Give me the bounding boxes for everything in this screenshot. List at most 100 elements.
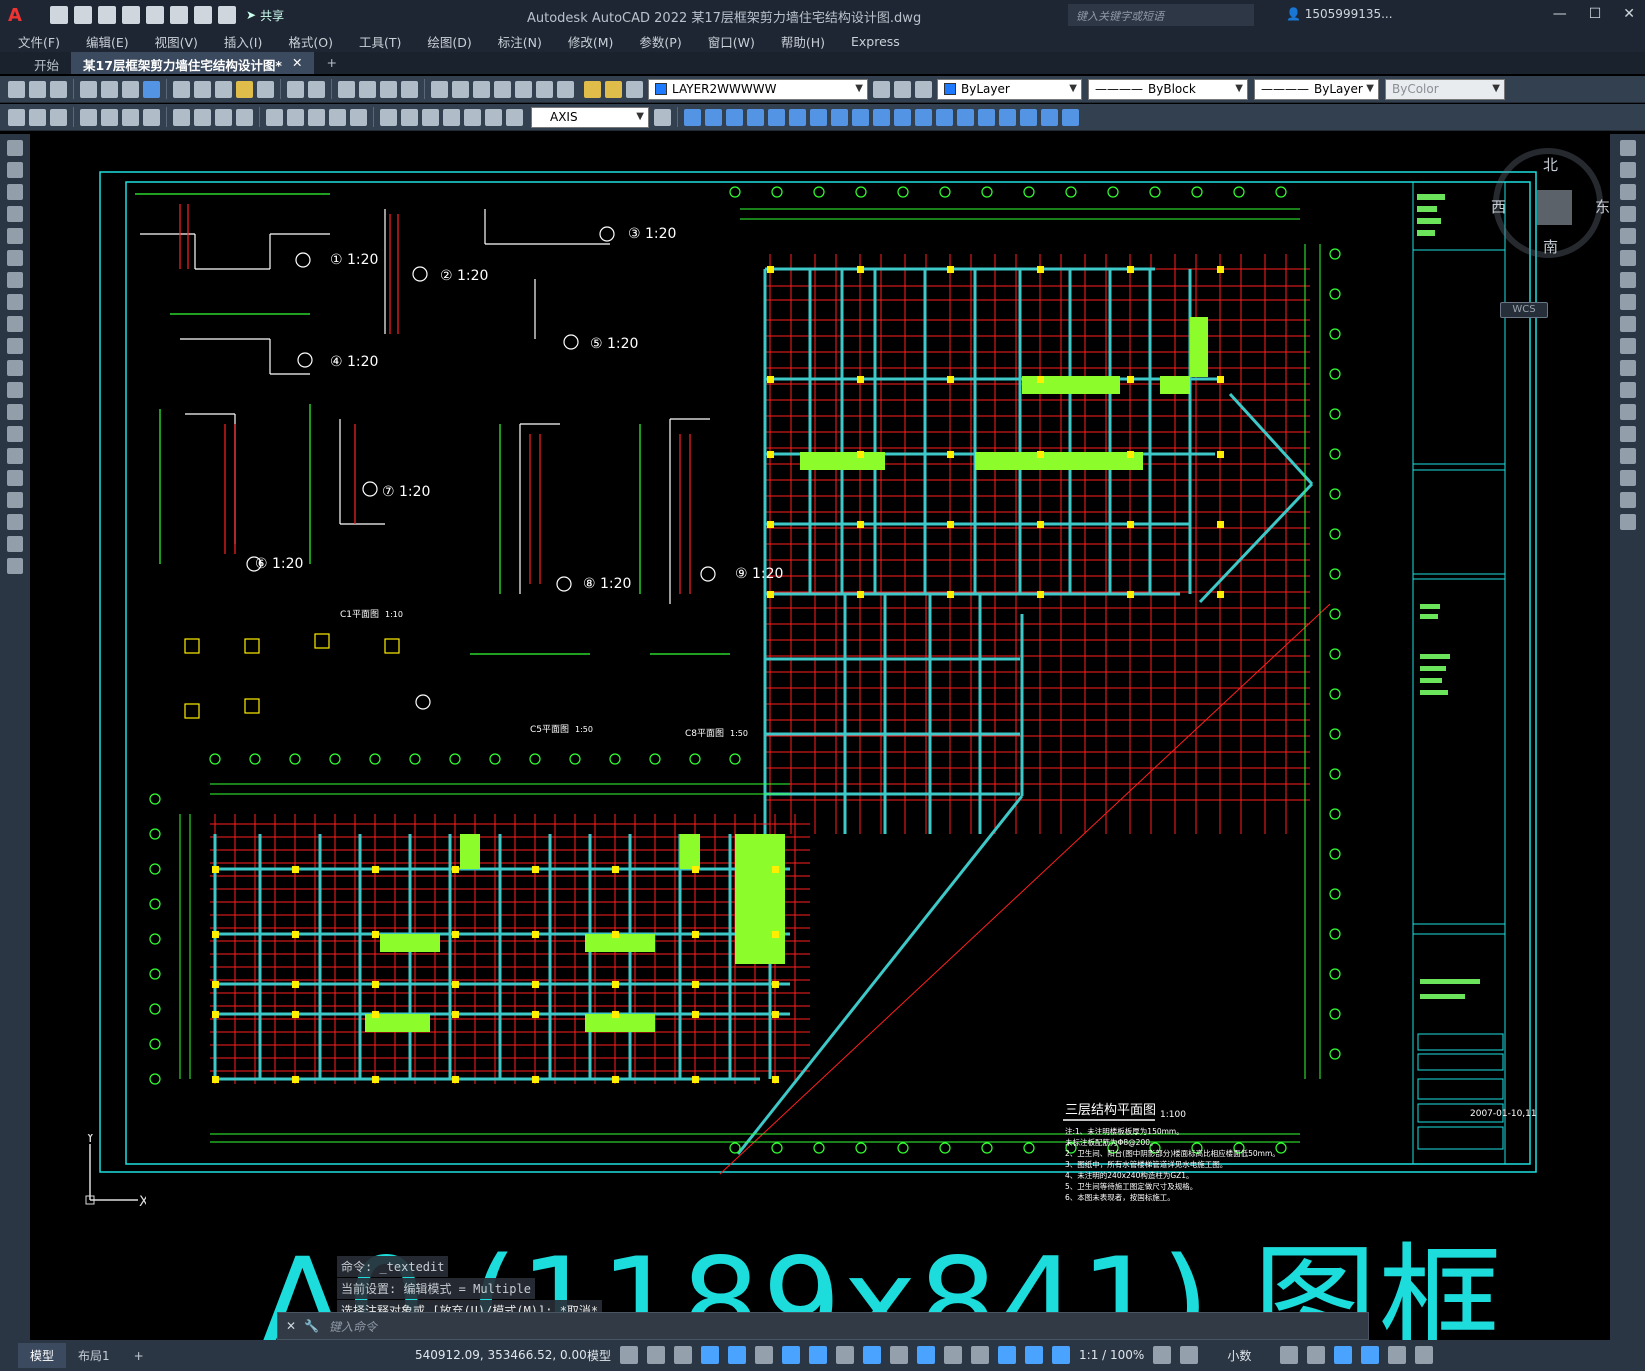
graphics-performance-icon[interactable] <box>1361 1346 1380 1364</box>
customization-icon[interactable] <box>1415 1346 1434 1364</box>
auto-scale-icon[interactable] <box>1052 1346 1071 1364</box>
scale-icon[interactable] <box>789 108 806 126</box>
preview-icon[interactable] <box>101 80 118 98</box>
help-icon[interactable] <box>557 80 574 98</box>
rectangle-icon[interactable] <box>7 228 23 244</box>
arc-icon[interactable] <box>7 250 23 266</box>
command-line[interactable]: ✕ 🔧 键入命令 <box>277 1312 1369 1340</box>
dimstyle-dropdown[interactable]: AXIS ▼ <box>531 106 649 128</box>
spline-icon[interactable] <box>7 316 23 332</box>
blend-curves-icon[interactable] <box>1619 492 1636 508</box>
lock-ui-icon[interactable] <box>1307 1346 1326 1364</box>
tolerance-icon[interactable] <box>380 108 397 126</box>
construction-line-icon[interactable] <box>7 162 23 178</box>
redo-icon[interactable] <box>308 80 325 98</box>
pedit-icon[interactable] <box>1062 108 1079 126</box>
quick-dim-icon[interactable] <box>266 108 283 126</box>
lineweight-icon[interactable] <box>836 1346 855 1364</box>
layer-states-icon[interactable] <box>915 80 932 98</box>
layer-on-icon[interactable] <box>584 80 601 98</box>
viewcube-east[interactable]: 东 <box>1595 196 1610 217</box>
zoom-realtime-icon[interactable] <box>359 80 376 98</box>
annotation-monitor-icon[interactable] <box>1180 1346 1199 1364</box>
sheet-set-icon[interactable] <box>494 80 511 98</box>
chamfer-icon[interactable] <box>1619 448 1636 464</box>
snap-icon[interactable] <box>647 1346 666 1364</box>
dim-edit-icon[interactable] <box>464 108 481 126</box>
menu-insert[interactable]: 插入(I) <box>224 32 262 51</box>
ordinate-dim-icon[interactable] <box>143 108 160 126</box>
plotstyle-dropdown[interactable]: ByColor ▼ <box>1385 78 1505 100</box>
copy-icon[interactable] <box>194 80 211 98</box>
tool-palettes-icon[interactable] <box>473 80 490 98</box>
aligned-dim-icon[interactable] <box>101 108 118 126</box>
open-file-icon[interactable] <box>74 6 92 24</box>
object-snap-icon[interactable] <box>809 1346 828 1364</box>
layer-freeze-icon[interactable] <box>605 80 622 98</box>
color-dropdown[interactable]: ByLayer ▼ <box>937 78 1082 100</box>
grid-icon[interactable] <box>620 1346 639 1364</box>
menu-draw[interactable]: 绘图(D) <box>427 32 471 51</box>
viewcube-north[interactable]: 北 <box>1543 154 1558 175</box>
menu-modify[interactable]: 修改(M) <box>568 32 614 51</box>
gradient-icon[interactable] <box>7 470 23 486</box>
table-icon[interactable] <box>7 514 23 530</box>
viewcube[interactable]: 北 南 西 东 <box>1491 148 1610 258</box>
stretch-icon[interactable] <box>726 108 743 126</box>
keyword-search-input[interactable]: 键入关键字或短语 <box>1068 4 1254 26</box>
insert-block-icon[interactable] <box>7 382 23 398</box>
diameter-dim-icon[interactable] <box>215 108 232 126</box>
offset-icon[interactable] <box>1619 206 1636 222</box>
tab-layout1[interactable]: 布局1 <box>66 1343 122 1368</box>
3d-publish-icon[interactable] <box>143 80 160 98</box>
polyline-icon[interactable] <box>7 184 23 200</box>
scale-icon[interactable] <box>1619 294 1636 310</box>
gizmo-icon[interactable] <box>998 1346 1017 1364</box>
baseline-dim-icon[interactable] <box>287 108 304 126</box>
extend-icon[interactable] <box>1619 360 1636 376</box>
undo-icon[interactable] <box>287 80 304 98</box>
trim-icon[interactable] <box>1619 338 1636 354</box>
trim-icon[interactable] <box>810 108 827 126</box>
hatch-icon[interactable] <box>7 448 23 464</box>
tab-start[interactable]: 开始 <box>22 52 71 74</box>
dynamic-ucs-icon[interactable] <box>944 1346 963 1364</box>
mirror-icon[interactable] <box>1619 184 1636 200</box>
angular-dim-icon[interactable] <box>236 108 253 126</box>
add-selected-icon[interactable] <box>7 558 23 574</box>
object-snap-tracking-icon[interactable] <box>782 1346 801 1364</box>
new-tab-button[interactable]: + <box>314 52 348 74</box>
lineweight-dropdown[interactable]: ———— ByLayer ▼ <box>1254 78 1379 100</box>
array-icon[interactable] <box>894 108 911 126</box>
center-mark-icon[interactable] <box>401 108 418 126</box>
share-button[interactable]: ➤ 共享 <box>246 7 284 24</box>
3d-osnap-icon[interactable] <box>917 1346 936 1364</box>
model-space-toggle[interactable]: 模型 <box>587 1347 611 1364</box>
pan-icon[interactable] <box>338 80 355 98</box>
fillet-icon[interactable] <box>852 108 869 126</box>
autocad-logo-icon[interactable]: A <box>0 0 30 30</box>
transparency-icon[interactable] <box>863 1346 882 1364</box>
redo-icon[interactable] <box>218 6 236 24</box>
wrench-icon[interactable]: 🔧 <box>304 1319 319 1333</box>
ellipse-icon[interactable] <box>7 338 23 354</box>
save-icon[interactable] <box>98 6 116 24</box>
explode-icon[interactable] <box>936 108 953 126</box>
minimize-button[interactable]: — <box>1553 6 1567 22</box>
clean-screen-icon[interactable] <box>1388 1346 1407 1364</box>
radius-dim-icon[interactable] <box>173 108 190 126</box>
stretch-icon[interactable] <box>1619 316 1636 332</box>
isodraft-icon[interactable] <box>755 1346 774 1364</box>
close-button[interactable]: ✕ <box>1623 6 1635 22</box>
isolate-objects-icon[interactable] <box>1334 1346 1353 1364</box>
layer-dropdown[interactable]: LAYER2WWWWW ▼ <box>648 78 868 100</box>
menu-tools[interactable]: 工具(T) <box>359 32 401 51</box>
units-display[interactable]: 小数 <box>1227 1347 1251 1364</box>
align-icon[interactable] <box>1041 108 1058 126</box>
properties-icon[interactable] <box>431 80 448 98</box>
tab-drawing[interactable]: 某17层框架剪力墙住宅结构设计图* ✕ <box>71 52 315 74</box>
break-icon[interactable] <box>978 108 995 126</box>
quick-properties-icon[interactable] <box>1280 1346 1299 1364</box>
selection-filter-icon[interactable] <box>971 1346 990 1364</box>
make-current-layer-icon[interactable] <box>873 80 890 98</box>
